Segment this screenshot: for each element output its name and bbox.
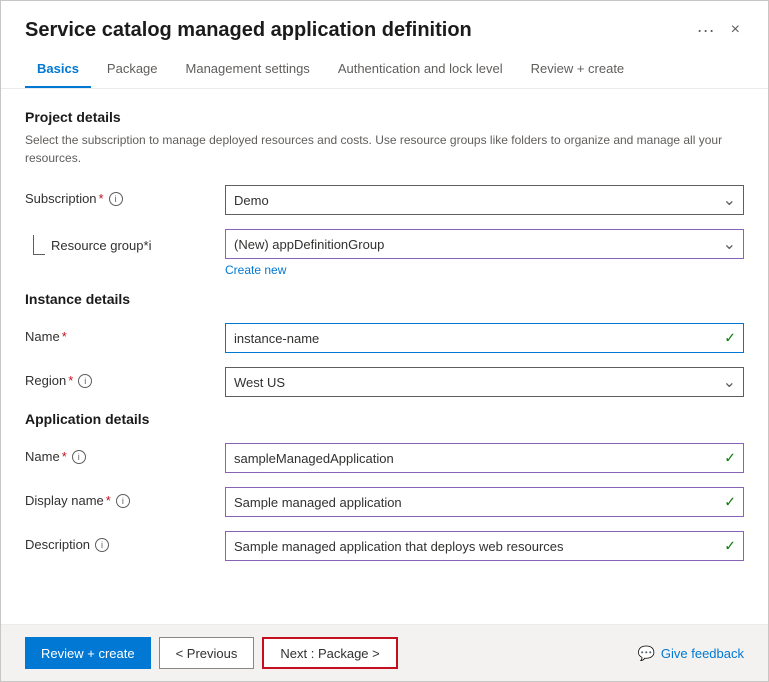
description-info-icon[interactable]: i <box>95 538 109 552</box>
indent-line <box>33 235 45 255</box>
resource-group-select[interactable]: (New) appDefinitionGroup <box>225 229 744 259</box>
display-name-row: Display name * i ✓ <box>25 487 744 517</box>
region-row: Region * i West US <box>25 367 744 397</box>
display-name-label: Display name * i <box>25 487 225 508</box>
instance-name-control: ✓ <box>225 323 744 353</box>
resource-group-info-icon[interactable]: i <box>149 238 152 253</box>
description-control: ✓ <box>225 531 744 561</box>
instance-name-check-icon: ✓ <box>724 330 736 347</box>
tab-review-create[interactable]: Review + create <box>519 51 637 88</box>
subscription-select[interactable]: Demo <box>225 185 744 215</box>
subscription-row: Subscription * i Demo <box>25 185 744 215</box>
region-control: West US <box>225 367 744 397</box>
instance-name-row: Name * ✓ <box>25 323 744 353</box>
app-name-row: Name * i ✓ <box>25 443 744 473</box>
previous-button[interactable]: < Previous <box>159 637 255 669</box>
project-details-desc: Select the subscription to manage deploy… <box>25 131 744 167</box>
resource-group-control: (New) appDefinitionGroup Create new <box>225 229 744 277</box>
description-label: Description i <box>25 531 225 552</box>
dialog-title: Service catalog managed application defi… <box>25 19 697 42</box>
dialog-header: Service catalog managed application defi… <box>1 1 768 43</box>
project-details-section: Project details Select the subscription … <box>25 109 744 277</box>
region-select[interactable]: West US <box>225 367 744 397</box>
resource-group-select-wrapper: (New) appDefinitionGroup <box>225 229 744 259</box>
feedback-button[interactable]: 💬 Give feedback <box>637 645 744 662</box>
display-name-required: * <box>106 493 111 508</box>
subscription-label: Subscription * i <box>25 185 225 206</box>
create-new-link[interactable]: Create new <box>225 263 286 277</box>
resource-group-row: Resource group * i (New) appDefinitionGr… <box>25 229 744 277</box>
region-info-icon[interactable]: i <box>78 374 92 388</box>
display-name-input[interactable] <box>225 487 744 517</box>
app-name-input[interactable] <box>225 443 744 473</box>
app-name-label: Name * i <box>25 443 225 464</box>
application-details-section: Application details <box>25 411 744 427</box>
more-options-icon[interactable]: ··· <box>697 20 715 41</box>
subscription-required: * <box>99 191 104 206</box>
description-check-icon: ✓ <box>724 538 736 555</box>
subscription-control: Demo <box>225 185 744 215</box>
dialog: Service catalog managed application defi… <box>0 0 769 682</box>
description-input[interactable] <box>225 531 744 561</box>
instance-name-label: Name * <box>25 323 225 344</box>
description-row: Description i ✓ <box>25 531 744 561</box>
app-name-info-icon[interactable]: i <box>72 450 86 464</box>
region-label: Region * i <box>25 367 225 388</box>
app-name-check-icon: ✓ <box>724 450 736 467</box>
tab-basics[interactable]: Basics <box>25 51 91 88</box>
feedback-icon: 💬 <box>637 645 654 662</box>
tab-auth-lock[interactable]: Authentication and lock level <box>326 51 515 88</box>
app-name-control: ✓ <box>225 443 744 473</box>
display-name-check-icon: ✓ <box>724 494 736 511</box>
instance-details-title: Instance details <box>25 291 744 307</box>
resource-group-label-container: Resource group * i <box>25 229 225 255</box>
tab-bar: Basics Package Management settings Authe… <box>1 51 768 89</box>
tab-management-settings[interactable]: Management settings <box>174 51 322 88</box>
application-details-title: Application details <box>25 411 744 427</box>
close-button[interactable]: × <box>727 17 744 43</box>
review-create-button[interactable]: Review + create <box>25 637 151 669</box>
project-details-title: Project details <box>25 109 744 125</box>
tab-package[interactable]: Package <box>95 51 170 88</box>
instance-details-section: Instance details <box>25 291 744 307</box>
footer: Review + create < Previous Next : Packag… <box>1 624 768 681</box>
display-name-info-icon[interactable]: i <box>116 494 130 508</box>
next-button[interactable]: Next : Package > <box>262 637 397 669</box>
region-required: * <box>68 373 73 388</box>
subscription-info-icon[interactable]: i <box>109 192 123 206</box>
instance-name-required: * <box>62 329 67 344</box>
app-name-required: * <box>62 449 67 464</box>
instance-name-input[interactable] <box>225 323 744 353</box>
form-content: Project details Select the subscription … <box>1 89 768 624</box>
display-name-control: ✓ <box>225 487 744 517</box>
